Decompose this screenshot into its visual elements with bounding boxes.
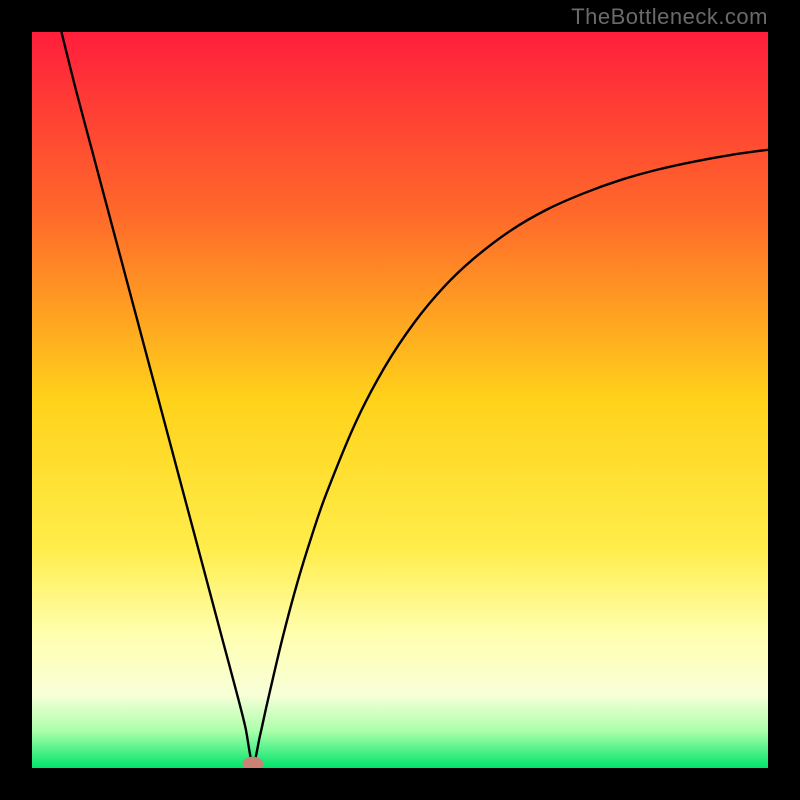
bottleneck-chart xyxy=(32,32,768,768)
plot-area xyxy=(32,32,768,768)
chart-frame: TheBottleneck.com xyxy=(0,0,800,800)
gradient-background xyxy=(32,32,768,768)
attribution-label: TheBottleneck.com xyxy=(571,4,768,30)
